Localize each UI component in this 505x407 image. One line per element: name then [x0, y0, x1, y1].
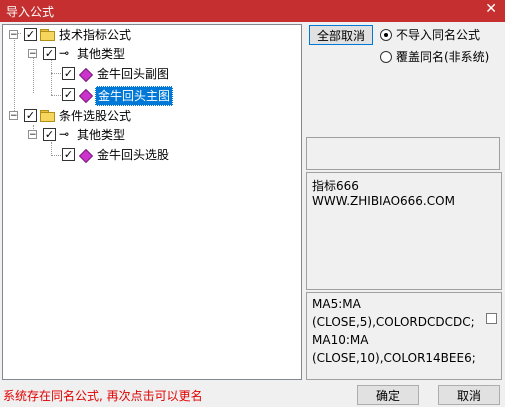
folder-icon — [40, 29, 56, 41]
tree-node-label: 条件选股公式 — [59, 109, 132, 123]
formula-gem-icon — [78, 88, 94, 104]
info-line: WWW.ZHIBIAO666.COM — [312, 194, 455, 208]
tree-node-label: 金牛回头选股 — [97, 148, 170, 162]
tree-node-other-types[interactable]: − ✓ ⊸ 其他类型 — [3, 126, 293, 144]
key-icon: ⊸ — [59, 46, 70, 60]
code-panel-checkbox[interactable] — [486, 313, 497, 324]
checkbox[interactable]: ✓ — [43, 47, 56, 60]
collapse-icon[interactable]: − — [9, 30, 18, 40]
ok-button[interactable]: 确定 — [357, 385, 419, 405]
key-icon: ⊸ — [59, 127, 70, 141]
code-line: MA10:MA — [312, 333, 369, 347]
formula-gem-icon — [78, 148, 94, 164]
deselect-all-button[interactable]: 全部取消 — [309, 25, 373, 45]
radio-label: 覆盖同名(非系统) — [396, 50, 490, 64]
empty-panel — [306, 137, 500, 170]
checkbox[interactable]: ✓ — [24, 28, 37, 41]
formula-code-panel[interactable]: MA5:MA (CLOSE,5),COLORDCDCDC; MA10:MA (C… — [306, 292, 502, 380]
tree-node-formula[interactable]: ✓ 金牛回头选股 — [3, 146, 293, 164]
tree-node-other-types[interactable]: − ✓ ⊸ 其他类型 — [3, 45, 293, 63]
tree-node-label: 其他类型 — [77, 128, 126, 142]
collapse-icon[interactable]: − — [28, 130, 37, 140]
radio-button[interactable] — [380, 29, 392, 41]
checkbox[interactable]: ✓ — [62, 67, 75, 80]
title-bar: 导入公式 ✕ — [0, 0, 505, 22]
tree-node-label: 技术指标公式 — [59, 28, 132, 42]
tree-node-label: 其他类型 — [77, 47, 126, 61]
window-title: 导入公式 — [6, 5, 55, 19]
folder-icon — [40, 110, 56, 122]
formula-info-panel: 指标666 WWW.ZHIBIAO666.COM — [306, 172, 502, 290]
checkbox[interactable]: ✓ — [62, 148, 75, 161]
radio-label: 不导入同名公式 — [396, 28, 481, 42]
collapse-icon[interactable]: − — [28, 49, 37, 59]
checkbox[interactable]: ✓ — [43, 128, 56, 141]
status-message: 系统存在同名公式, 再次点击可以更名 — [3, 389, 203, 403]
code-line: MA5:MA — [312, 297, 361, 311]
collapse-icon[interactable]: − — [9, 111, 18, 121]
tree-node-formula-selected[interactable]: ✓ 金牛回头主图 — [3, 86, 293, 106]
tree-node-label: 金牛回头主图 — [95, 86, 174, 106]
option-no-import-same[interactable]: 不导入同名公式 — [380, 27, 502, 43]
close-icon[interactable]: ✕ — [485, 1, 497, 17]
tree-node-label: 金牛回头副图 — [97, 67, 170, 81]
option-overwrite-same[interactable]: 覆盖同名(非系统) — [380, 49, 502, 65]
info-line: 指标666 — [312, 179, 359, 193]
code-line: (CLOSE,5),COLORDCDCDC; — [312, 315, 475, 329]
tree-node-condition-formulas[interactable]: − ✓ 条件选股公式 — [3, 107, 293, 125]
formula-tree[interactable]: − ✓ 技术指标公式 − ✓ ⊸ 其他类型 ✓ 金牛回头副图 ✓ 金牛回头主图 … — [2, 24, 302, 380]
code-line: (CLOSE,10),COLOR14BEE6; — [312, 351, 476, 365]
tree-node-formula[interactable]: ✓ 金牛回头副图 — [3, 65, 293, 83]
checkbox[interactable]: ✓ — [24, 109, 37, 122]
radio-button[interactable] — [380, 51, 392, 63]
cancel-button[interactable]: 取消 — [438, 385, 500, 405]
tree-node-indicator-formulas[interactable]: − ✓ 技术指标公式 — [3, 26, 293, 44]
checkbox[interactable]: ✓ — [62, 88, 75, 101]
formula-gem-icon — [78, 67, 94, 83]
